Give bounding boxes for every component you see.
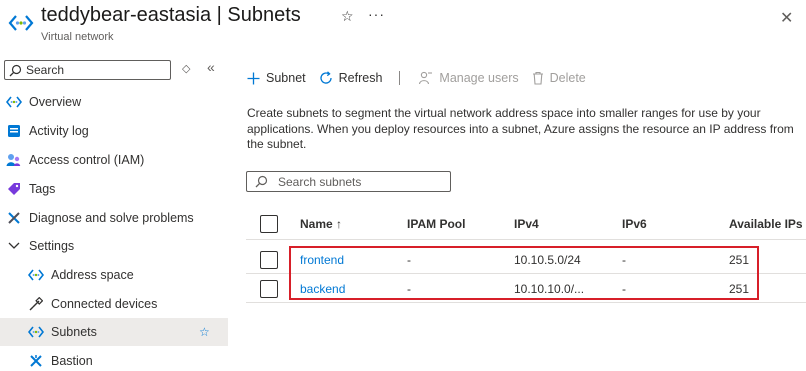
- star-icon[interactable]: ☆: [341, 8, 354, 25]
- add-subnet-button[interactable]: Subnet: [247, 71, 306, 85]
- sidebar-item-activity-log[interactable]: Activity log: [0, 117, 228, 145]
- highlight-box: [289, 246, 759, 300]
- favorite-star-icon[interactable]: ☆: [199, 325, 210, 339]
- plug-icon: [28, 296, 44, 312]
- sort-toggle-icon[interactable]: ◇: [182, 62, 190, 75]
- command-bar: Subnet Refresh Manage users Delete: [247, 68, 599, 88]
- add-subnet-label: Subnet: [266, 71, 306, 85]
- vnet-icon: [8, 10, 34, 36]
- menu-search-label: Search: [26, 63, 65, 77]
- page-title: teddybear-eastasia | Subnets: [41, 4, 301, 27]
- manage-users-label: Manage users: [439, 71, 519, 85]
- refresh-label: Refresh: [338, 71, 383, 85]
- row-checkbox[interactable]: [260, 280, 278, 298]
- title-separator: |: [211, 4, 228, 26]
- manage-users-button[interactable]: Manage users: [418, 71, 519, 85]
- sidebar-item-label: Subnets: [51, 325, 97, 339]
- subnet-search-placeholder: Search subnets: [278, 174, 362, 189]
- sidebar-item-label: Diagnose and solve problems: [29, 211, 194, 225]
- column-header-ipv6[interactable]: IPv6: [622, 217, 647, 231]
- resource-name: teddybear-eastasia: [41, 4, 212, 26]
- tag-icon: [6, 181, 22, 197]
- sidebar-item-label: Bastion: [51, 354, 93, 368]
- subnets-table-header: Name ↑ IPAM Pool IPv4 IPv6 Available IPs: [246, 208, 806, 240]
- toolbar-divider: [399, 71, 401, 85]
- subnet-search-input[interactable]: Search subnets: [246, 171, 451, 192]
- refresh-button[interactable]: Refresh: [319, 71, 383, 85]
- collapse-menu-icon[interactable]: «: [207, 59, 215, 75]
- delete-button[interactable]: Delete: [532, 71, 586, 85]
- vnet-icon: [28, 324, 44, 340]
- more-icon[interactable]: ···: [368, 6, 385, 22]
- manage-users-icon: [418, 71, 433, 85]
- activity-log-icon: [6, 123, 22, 139]
- vnet-icon: [6, 94, 22, 110]
- page-header: teddybear-eastasia | Subnets Virtual net…: [0, 0, 806, 50]
- resource-type: Virtual network: [41, 31, 114, 43]
- sidebar-item-subnets[interactable]: Subnets ☆: [0, 318, 228, 346]
- search-icon: [9, 64, 22, 76]
- delete-label: Delete: [549, 71, 586, 85]
- select-all-checkbox[interactable]: [260, 215, 278, 233]
- iam-icon: [6, 152, 22, 168]
- sidebar-item-label: Address space: [51, 268, 134, 282]
- close-icon[interactable]: ✕: [780, 8, 793, 28]
- sidebar-item-diagnose[interactable]: Diagnose and solve problems: [0, 204, 228, 232]
- sidebar-item-address-space[interactable]: Address space: [0, 261, 228, 289]
- sidebar-item-overview[interactable]: Overview: [0, 88, 228, 116]
- menu-search-input[interactable]: Search: [4, 60, 171, 80]
- page-name: Subnets: [227, 4, 301, 26]
- plus-icon: [247, 72, 260, 85]
- column-header-name[interactable]: Name ↑: [300, 217, 342, 231]
- sidebar-group-settings[interactable]: Settings: [0, 232, 228, 260]
- sidebar-item-label: Connected devices: [51, 297, 158, 311]
- column-header-ipv4[interactable]: IPv4: [514, 217, 539, 231]
- wrench-icon: [6, 210, 22, 226]
- trash-icon: [532, 71, 544, 85]
- bastion-icon: [28, 353, 44, 369]
- resource-menu: Search ◇ « Overview Activity log Access …: [0, 56, 228, 371]
- sidebar-item-label: Access control (IAM): [29, 153, 145, 167]
- column-header-ipam-pool[interactable]: IPAM Pool: [407, 217, 465, 231]
- search-icon: [255, 175, 268, 188]
- sidebar-item-connected-devices[interactable]: Connected devices: [0, 290, 228, 318]
- sidebar-item-bastion[interactable]: Bastion: [0, 347, 228, 371]
- refresh-icon: [319, 71, 333, 85]
- sidebar-item-label: Overview: [29, 95, 82, 109]
- sidebar-item-iam[interactable]: Access control (IAM): [0, 146, 228, 174]
- sidebar-item-label: Settings: [29, 239, 75, 253]
- column-header-available-ips[interactable]: Available IPs: [729, 217, 803, 231]
- page-description: Create subnets to segment the virtual ne…: [247, 106, 794, 151]
- chevron-down-icon: [6, 238, 22, 254]
- sidebar-item-label: Tags: [29, 182, 56, 196]
- vnet-icon: [28, 267, 44, 283]
- sidebar-item-tags[interactable]: Tags: [0, 175, 228, 203]
- row-checkbox[interactable]: [260, 251, 278, 269]
- sidebar-item-label: Activity log: [29, 124, 89, 138]
